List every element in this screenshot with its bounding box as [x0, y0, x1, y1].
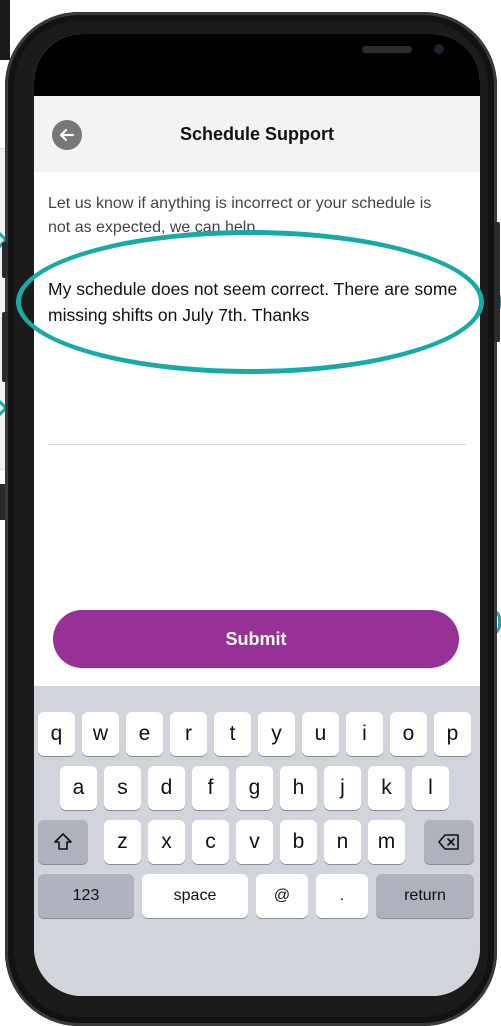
period-key[interactable]: . — [316, 874, 368, 918]
phone-screen: Schedule Support Let us know if anything… — [34, 34, 480, 996]
app-header: Schedule Support — [34, 96, 480, 172]
background-cable — [0, 0, 10, 60]
key-y[interactable]: y — [258, 712, 295, 756]
key-w[interactable]: w — [82, 712, 119, 756]
backspace-icon — [438, 834, 459, 850]
key-z[interactable]: z — [104, 820, 141, 864]
key-q[interactable]: q — [38, 712, 75, 756]
backspace-key[interactable] — [424, 820, 474, 864]
key-s[interactable]: s — [104, 766, 141, 810]
highlight-ellipse — [16, 230, 484, 374]
key-b[interactable]: b — [280, 820, 317, 864]
notch — [166, 34, 444, 68]
key-o[interactable]: o — [390, 712, 427, 756]
back-button[interactable] — [52, 120, 82, 150]
camera-icon — [434, 44, 444, 54]
key-g[interactable]: g — [236, 766, 273, 810]
phone-frame: Schedule Support Let us know if anything… — [2, 12, 500, 1026]
key-d[interactable]: d — [148, 766, 185, 810]
status-bar — [34, 34, 480, 96]
key-h[interactable]: h — [280, 766, 317, 810]
key-t[interactable]: t — [214, 712, 251, 756]
at-key[interactable]: @ — [256, 874, 308, 918]
phone-side-button — [2, 312, 8, 382]
return-key[interactable]: return — [376, 874, 474, 918]
key-r[interactable]: r — [170, 712, 207, 756]
shift-icon — [54, 833, 72, 850]
back-arrow-icon — [59, 128, 75, 142]
key-k[interactable]: k — [368, 766, 405, 810]
key-p[interactable]: p — [434, 712, 471, 756]
key-n[interactable]: n — [324, 820, 361, 864]
page-title: Schedule Support — [179, 124, 334, 144]
key-m[interactable]: m — [368, 820, 405, 864]
input-underline — [48, 444, 466, 445]
phone-side-button — [2, 242, 8, 278]
submit-button[interactable]: Submit — [53, 610, 459, 668]
key-e[interactable]: e — [126, 712, 163, 756]
speaker-grille — [362, 46, 412, 53]
key-l[interactable]: l — [412, 766, 449, 810]
numbers-key[interactable]: 123 — [38, 874, 134, 918]
key-x[interactable]: x — [148, 820, 185, 864]
key-f[interactable]: f — [192, 766, 229, 810]
shift-key[interactable] — [38, 820, 88, 864]
key-i[interactable]: i — [346, 712, 383, 756]
space-key[interactable]: space — [142, 874, 248, 918]
key-v[interactable]: v — [236, 820, 273, 864]
key-a[interactable]: a — [60, 766, 97, 810]
keyboard: q w e r t y u i o p a s d f g h j k l z … — [34, 686, 480, 996]
phone-side-button — [494, 222, 500, 342]
key-c[interactable]: c — [192, 820, 229, 864]
key-j[interactable]: j — [324, 766, 361, 810]
key-u[interactable]: u — [302, 712, 339, 756]
